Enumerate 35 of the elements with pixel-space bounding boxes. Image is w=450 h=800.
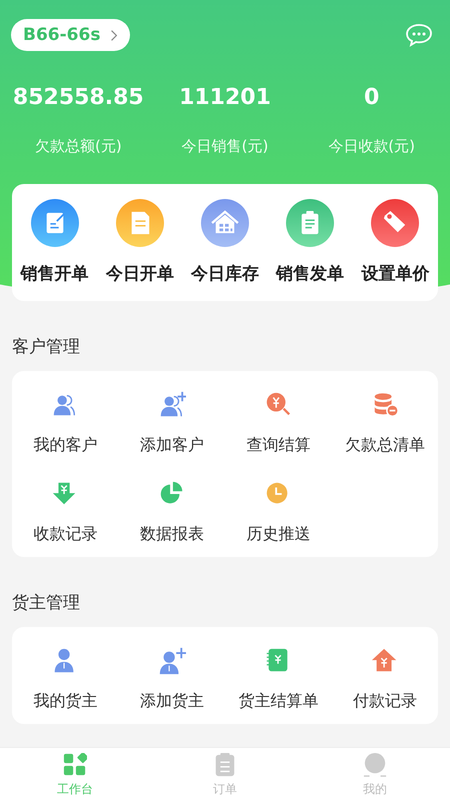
person-add-icon: [158, 647, 186, 675]
menu-item-label[interactable]: 货主结算单: [238, 691, 318, 712]
quick-action-label[interactable]: 今日库存: [190, 262, 259, 285]
stat-label: 今日销售(元): [182, 137, 268, 156]
chat-bubble-icon[interactable]: [405, 23, 433, 47]
menu-item-label[interactable]: 添加货主: [140, 691, 204, 712]
document-edit-icon: [30, 199, 79, 247]
menu-item-label[interactable]: 查询结算: [246, 435, 310, 456]
chevron-right-icon: [110, 28, 118, 42]
menu-item-label[interactable]: 欠款总清单: [344, 435, 425, 456]
clipboard-icon: [286, 199, 334, 247]
grid-icon: [63, 753, 87, 777]
menu-item-label[interactable]: 添加客户: [140, 435, 204, 456]
stat-value: 852558.85: [12, 85, 144, 110]
quick-action-label[interactable]: 今日开单: [106, 262, 174, 285]
price-tag-icon: [371, 199, 420, 247]
clipboard-icon: [213, 753, 237, 777]
menu-item-label[interactable]: 历史推送: [246, 524, 310, 545]
menu-item-label[interactable]: 收款记录: [33, 524, 98, 545]
quick-action-label[interactable]: 销售发单: [276, 262, 344, 285]
avatar-icon: [363, 753, 387, 777]
stat-value: 0: [364, 85, 380, 110]
stat-label: 欠款总额(元): [34, 137, 122, 156]
quick-action-label[interactable]: 销售开单: [20, 262, 89, 285]
menu-item-label[interactable]: 我的客户: [33, 435, 98, 456]
section-title: 客户管理: [11, 336, 81, 359]
quick-action-label[interactable]: 设置单价: [361, 262, 430, 285]
menu-item-label[interactable]: 我的货主: [33, 691, 98, 712]
section-title: 货主管理: [11, 592, 81, 615]
house-icon: [200, 199, 249, 247]
stat-value: 111201: [179, 85, 271, 110]
menu-item-label[interactable]: 数据报表: [140, 524, 204, 545]
document-icon: [116, 199, 164, 247]
menu-item-label[interactable]: 付款记录: [352, 691, 417, 712]
stat-label: 今日收款(元): [328, 137, 416, 156]
